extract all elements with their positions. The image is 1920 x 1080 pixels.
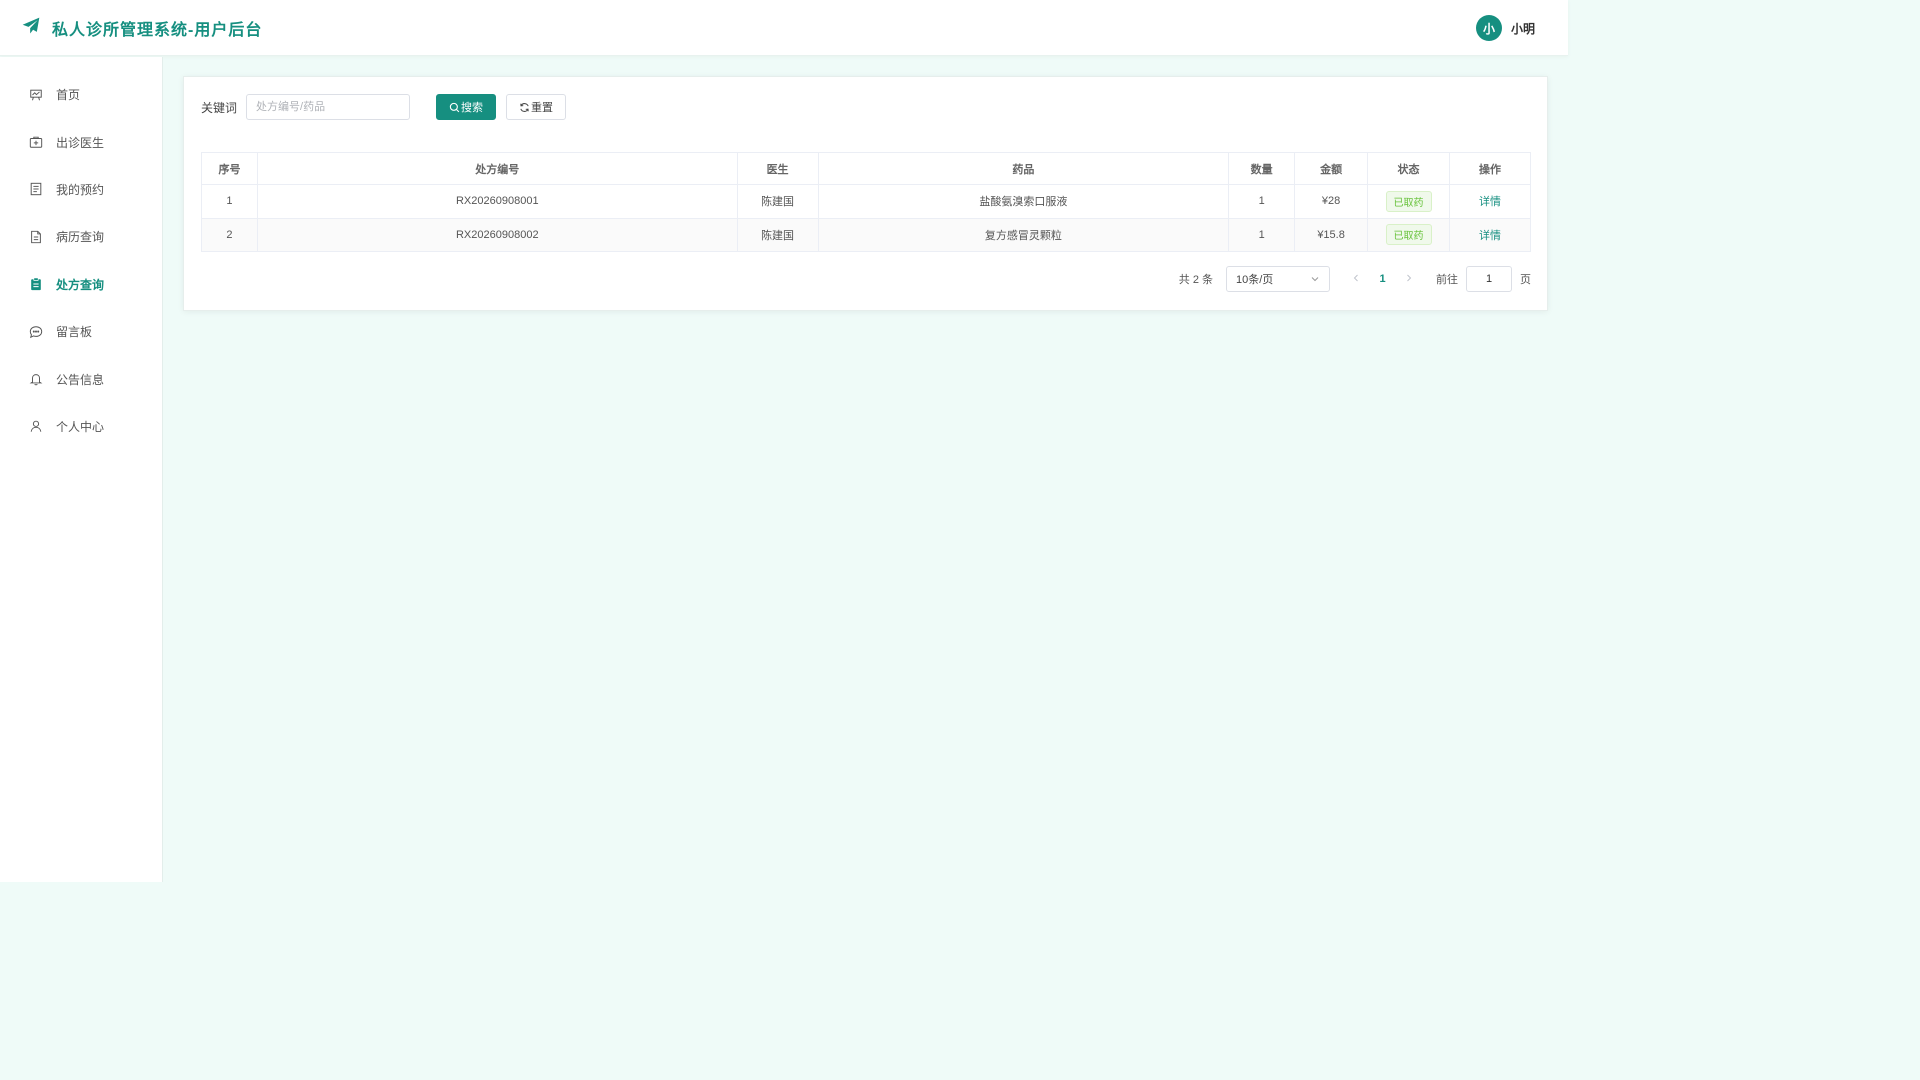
- reset-button[interactable]: 重置: [506, 94, 567, 120]
- sidebar-item-label: 个人中心: [56, 419, 105, 434]
- drug-name: 复方感冒灵颗粒: [817, 217, 1230, 252]
- user-icon: [29, 419, 43, 433]
- sidebar-item-appointments[interactable]: 我的预约: [0, 166, 162, 213]
- column-header: 操作: [1449, 152, 1531, 185]
- column-header: 状态: [1367, 152, 1450, 185]
- doctor-name: 陈建国: [736, 217, 819, 252]
- column-header: 序号: [201, 152, 258, 185]
- page-suffix: 页: [1520, 274, 1531, 286]
- amount: ¥15.8: [1294, 217, 1369, 252]
- sidebar-item-messages[interactable]: 留言板: [0, 308, 162, 355]
- rx-number: RX20260908001: [256, 184, 738, 219]
- chat-bubble-icon: [29, 325, 43, 339]
- page-size-value: 10条/页: [1236, 274, 1274, 286]
- sidebar-item-label: 留言板: [56, 325, 93, 340]
- column-header: 药品: [817, 152, 1230, 185]
- table-row: 1 RX20260908001 陈建国 盐酸氨溴索口服液 1 ¥28 已取药 详…: [201, 184, 1531, 219]
- document-list-icon: [29, 182, 43, 196]
- pagination: 共 2 条 10条/页 1 前往 页: [1179, 266, 1531, 292]
- status-cell: 已取药: [1367, 217, 1450, 252]
- goto-label: 前往: [1436, 274, 1458, 286]
- quantity: 1: [1228, 217, 1296, 252]
- search-button-label: 搜索: [461, 102, 484, 114]
- chevron-left-icon: [1353, 274, 1358, 281]
- username[interactable]: 小明: [1511, 20, 1535, 37]
- paper-plane-icon: [21, 16, 41, 39]
- sidebar-item-profile[interactable]: 个人中心: [0, 403, 162, 450]
- prescription-panel: 关键词 搜索 重置 序号 处方编号 医生 药品 数量 金额 状态 操作: [183, 76, 1548, 311]
- detail-link[interactable]: 详情: [1479, 230, 1501, 242]
- chevron-right-icon: [1407, 274, 1412, 281]
- keyword-label: 关键词: [201, 100, 238, 115]
- sidebar-item-label: 出诊医生: [56, 135, 105, 150]
- top-header: 私人诊所管理系统-用户后台 小 小明: [0, 0, 1568, 56]
- avatar[interactable]: 小: [1475, 15, 1502, 41]
- row-index: 1: [201, 184, 258, 219]
- page-number[interactable]: 1: [1369, 273, 1396, 285]
- app-title: 私人诊所管理系统-用户后台: [52, 21, 263, 39]
- keyword-input[interactable]: [246, 94, 411, 120]
- chevron-down-icon: [1311, 277, 1319, 282]
- sidebar: 首页 出诊医生 我的预约 病历查询 处方查询 留言板 公告信息 个人中心: [0, 57, 163, 882]
- total-count: 共 2 条: [1178, 274, 1213, 286]
- prescription-table: 序号 处方编号 医生 药品 数量 金额 状态 操作 1 RX2026090800…: [201, 152, 1531, 252]
- detail-link[interactable]: 详情: [1479, 196, 1501, 208]
- logo: 私人诊所管理系统-用户后台: [21, 16, 262, 40]
- rx-number: RX20260908002: [256, 217, 738, 252]
- page-size-select[interactable]: 10条/页: [1226, 266, 1330, 292]
- clipboard-icon: [29, 277, 43, 291]
- presentation-board-icon: [29, 88, 43, 102]
- sidebar-item-doctors[interactable]: 出诊医生: [0, 118, 162, 165]
- sidebar-item-label: 公告信息: [56, 372, 105, 387]
- drug-name: 盐酸氨溴索口服液: [817, 184, 1230, 219]
- next-page-button[interactable]: [1396, 273, 1422, 286]
- row-index: 2: [201, 217, 258, 252]
- column-header: 处方编号: [256, 152, 738, 185]
- action-cell: 详情: [1449, 184, 1531, 219]
- search-icon: [449, 102, 460, 112]
- search-bar: 关键词 搜索 重置: [201, 94, 567, 120]
- goto-page-input[interactable]: [1466, 266, 1512, 292]
- column-header: 金额: [1294, 152, 1369, 185]
- doctor-name: 陈建国: [736, 184, 819, 219]
- file-text-icon: [29, 230, 43, 244]
- table-row: 2 RX20260908002 陈建国 复方感冒灵颗粒 1 ¥15.8 已取药 …: [201, 217, 1531, 252]
- search-button[interactable]: 搜索: [436, 94, 497, 120]
- status-cell: 已取药: [1367, 184, 1450, 219]
- sidebar-item-label: 处方查询: [56, 277, 105, 292]
- medical-kit-icon: [29, 135, 43, 149]
- sidebar-item-label: 首页: [56, 88, 81, 103]
- column-header: 数量: [1228, 152, 1296, 185]
- user-menu[interactable]: 小 小明: [1475, 15, 1535, 41]
- sidebar-item-prescriptions[interactable]: 处方查询: [0, 261, 162, 308]
- quantity: 1: [1228, 184, 1296, 219]
- sidebar-item-label: 病历查询: [56, 230, 105, 245]
- bell-icon: [29, 372, 43, 386]
- action-cell: 详情: [1449, 217, 1531, 252]
- status-badge: 已取药: [1385, 190, 1432, 212]
- reset-button-label: 重置: [531, 102, 554, 114]
- prev-page-button[interactable]: [1343, 273, 1369, 286]
- refresh-icon: [520, 102, 529, 112]
- sidebar-item-label: 我的预约: [56, 182, 105, 197]
- sidebar-item-notices[interactable]: 公告信息: [0, 355, 162, 402]
- amount: ¥28: [1294, 184, 1369, 219]
- column-header: 医生: [736, 152, 819, 185]
- sidebar-item-home[interactable]: 首页: [0, 71, 162, 118]
- status-badge: 已取药: [1385, 224, 1432, 246]
- table-header-row: 序号 处方编号 医生 药品 数量 金额 状态 操作: [201, 152, 1531, 185]
- sidebar-item-records[interactable]: 病历查询: [0, 213, 162, 260]
